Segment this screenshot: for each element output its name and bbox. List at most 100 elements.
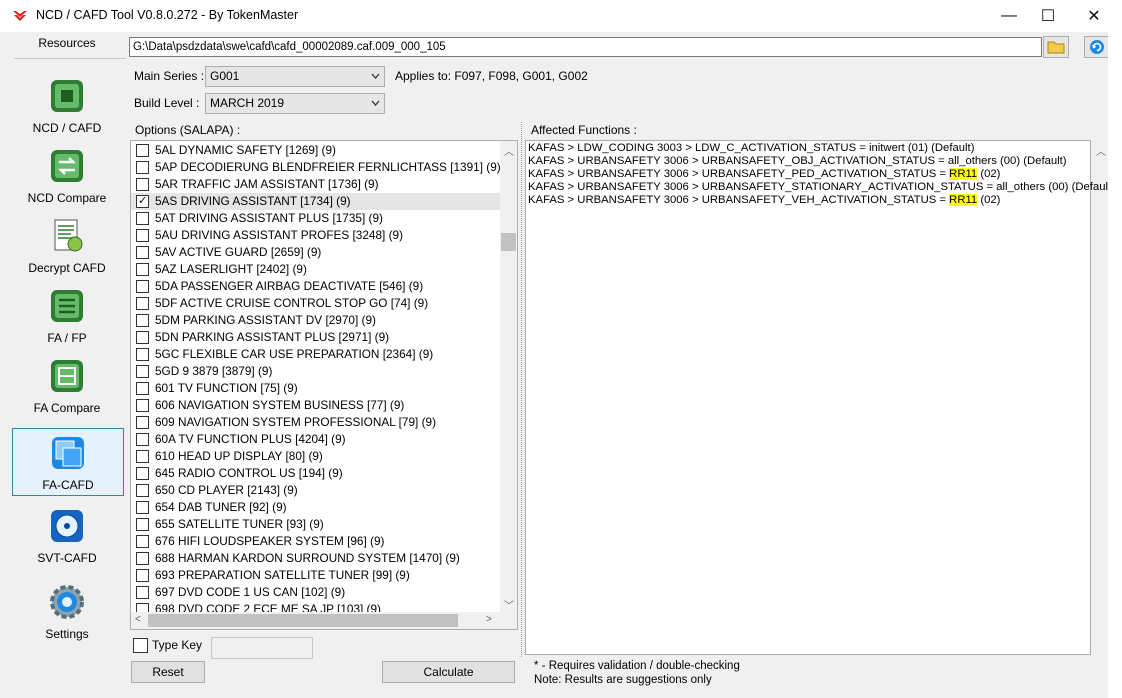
- nav-settings[interactable]: Settings: [12, 578, 122, 644]
- affected-function-text: KAFAS > URBANSAFETY 3006 > URBANSAFETY_S…: [528, 181, 1115, 193]
- nav-ncd-compare-label: NCD Compare: [27, 191, 107, 205]
- option-row[interactable]: 654 DAB TUNER [92] (9): [131, 499, 501, 516]
- option-row[interactable]: 5AR TRAFFIC JAM ASSISTANT [1736] (9): [131, 176, 501, 193]
- build-level-select[interactable]: MARCH 2019: [205, 93, 385, 114]
- option-checkbox[interactable]: [136, 331, 149, 344]
- option-label: 610 HEAD UP DISPLAY [80] (9): [155, 449, 323, 463]
- option-row[interactable]: 5DF ACTIVE CRUISE CONTROL STOP GO [74] (…: [131, 295, 501, 312]
- type-key-input[interactable]: [211, 637, 313, 659]
- option-checkbox[interactable]: [136, 433, 149, 446]
- nav-fa-compare[interactable]: FA Compare: [12, 352, 122, 418]
- option-row[interactable]: ✓ 5AS DRIVING ASSISTANT [1734] (9): [131, 193, 501, 210]
- scroll-up-arrow-icon[interactable]: ︿: [1096, 143, 1106, 158]
- option-checkbox[interactable]: [136, 450, 149, 463]
- nav-fa-fp[interactable]: FA / FP: [12, 282, 122, 348]
- fa-compare-icon: [51, 360, 83, 392]
- option-checkbox[interactable]: [136, 467, 149, 480]
- chevron-down-icon: [371, 100, 380, 106]
- option-row[interactable]: 5GC FLEXIBLE CAR USE PREPARATION [2364] …: [131, 346, 501, 363]
- option-checkbox[interactable]: ✓: [136, 195, 149, 208]
- vertical-scroll-thumb[interactable]: [501, 233, 516, 251]
- ncd-compare-icon: [51, 150, 83, 182]
- option-checkbox[interactable]: [136, 484, 149, 497]
- close-button[interactable]: ✕: [1071, 0, 1117, 32]
- option-checkbox[interactable]: [136, 297, 149, 310]
- option-row[interactable]: 650 CD PLAYER [2143] (9): [131, 482, 501, 499]
- option-checkbox[interactable]: [136, 246, 149, 259]
- nav-ncd-compare[interactable]: NCD Compare: [12, 142, 122, 208]
- option-checkbox[interactable]: [136, 382, 149, 395]
- option-checkbox[interactable]: [136, 144, 149, 157]
- option-checkbox[interactable]: [136, 586, 149, 599]
- option-row[interactable]: 606 NAVIGATION SYSTEM BUSINESS [77] (9): [131, 397, 501, 414]
- option-row[interactable]: 5DM PARKING ASSISTANT DV [2970] (9): [131, 312, 501, 329]
- type-key-checkbox[interactable]: [133, 638, 148, 653]
- option-row[interactable]: 5GD 9 3879 [3879] (9): [131, 363, 501, 380]
- option-row[interactable]: 5AV ACTIVE GUARD [2659] (9): [131, 244, 501, 261]
- option-row[interactable]: 645 RADIO CONTROL US [194] (9): [131, 465, 501, 482]
- title-bar: NCD / CAFD Tool V0.8.0.272 - By TokenMas…: [0, 0, 1122, 32]
- scroll-down-arrow-icon[interactable]: ﹀: [504, 597, 514, 612]
- option-row[interactable]: 676 HIFI LOUDSPEAKER SYSTEM [96] (9): [131, 533, 501, 550]
- scroll-up-arrow-icon[interactable]: ︿: [504, 143, 514, 158]
- cafd-path-input[interactable]: G:\Data\psdzdata\swe\cafd\cafd_00002089.…: [129, 37, 1042, 57]
- nav-decrypt-cafd[interactable]: Decrypt CAFD: [12, 212, 122, 278]
- reset-button[interactable]: Reset: [131, 661, 205, 683]
- option-row[interactable]: 5DN PARKING ASSISTANT PLUS [2971] (9): [131, 329, 501, 346]
- option-checkbox[interactable]: [136, 178, 149, 191]
- option-label: 655 SATELLITE TUNER [93] (9): [155, 517, 324, 531]
- scroll-right-arrow-icon[interactable]: >: [486, 614, 492, 625]
- browse-folder-button[interactable]: [1043, 36, 1069, 58]
- panel-splitter[interactable]: [521, 122, 523, 657]
- option-row[interactable]: 693 PREPARATION SATELLITE TUNER [99] (9): [131, 567, 501, 584]
- option-checkbox[interactable]: [136, 569, 149, 582]
- options-horizontal-scrollbar[interactable]: < >: [131, 612, 500, 629]
- scroll-left-arrow-icon[interactable]: <: [135, 614, 141, 625]
- option-checkbox[interactable]: [136, 263, 149, 276]
- option-row[interactable]: 610 HEAD UP DISPLAY [80] (9): [131, 448, 501, 465]
- option-row[interactable]: 60A TV FUNCTION PLUS [4204] (9): [131, 431, 501, 448]
- maximize-button[interactable]: ☐: [1025, 0, 1071, 32]
- main-series-select[interactable]: G001: [205, 66, 385, 87]
- option-label: 5DF ACTIVE CRUISE CONTROL STOP GO [74] (…: [155, 296, 429, 310]
- option-row[interactable]: 5AU DRIVING ASSISTANT PROFES [3248] (9): [131, 227, 501, 244]
- option-checkbox[interactable]: [136, 416, 149, 429]
- nav-svt-cafd-label: SVT-CAFD: [37, 551, 97, 565]
- options-list[interactable]: 5AL DYNAMIC SAFETY [1269] (9) 5AP DECODIE…: [130, 140, 518, 630]
- option-row[interactable]: 5AL DYNAMIC SAFETY [1269] (9): [131, 142, 501, 159]
- option-checkbox[interactable]: [136, 365, 149, 378]
- nav-svt-cafd[interactable]: SVT-CAFD: [12, 502, 122, 568]
- horizontal-scroll-thumb[interactable]: [148, 614, 458, 627]
- option-checkbox[interactable]: [136, 314, 149, 327]
- option-checkbox[interactable]: [136, 518, 149, 531]
- option-checkbox[interactable]: [136, 399, 149, 412]
- option-row[interactable]: 5DA PASSENGER AIRBAG DEACTIVATE [546] (9…: [131, 278, 501, 295]
- main-series-value: G001: [210, 69, 240, 83]
- refresh-button[interactable]: [1084, 36, 1110, 58]
- options-vertical-scrollbar[interactable]: ︿ ﹀: [500, 141, 517, 612]
- option-checkbox[interactable]: [136, 229, 149, 242]
- option-checkbox[interactable]: [136, 280, 149, 293]
- affected-functions-list[interactable]: KAFAS > LDW_CODING 3003 > LDW_C_ACTIVATI…: [525, 140, 1115, 655]
- calculate-button[interactable]: Calculate: [382, 661, 515, 683]
- nav-ncd-cafd[interactable]: NCD / CAFD: [12, 72, 122, 138]
- option-checkbox[interactable]: [136, 212, 149, 225]
- option-label: 645 RADIO CONTROL US [194] (9): [155, 466, 343, 480]
- option-row[interactable]: 655 SATELLITE TUNER [93] (9): [131, 516, 501, 533]
- option-checkbox[interactable]: [136, 161, 149, 174]
- nav-fa-cafd[interactable]: FA-CAFD: [12, 428, 124, 496]
- option-checkbox[interactable]: [136, 348, 149, 361]
- option-row[interactable]: 5AT DRIVING ASSISTANT PLUS [1735] (9): [131, 210, 501, 227]
- validation-note: * - Requires validation / double-checkin…: [534, 660, 740, 672]
- option-label: 609 NAVIGATION SYSTEM PROFESSIONAL [79] …: [155, 415, 437, 429]
- option-row[interactable]: 5AP DECODIERUNG BLENDFREIER FERNLICHTASS…: [131, 159, 501, 176]
- option-checkbox[interactable]: [136, 501, 149, 514]
- option-checkbox[interactable]: [136, 535, 149, 548]
- option-row[interactable]: 609 NAVIGATION SYSTEM PROFESSIONAL [79] …: [131, 414, 501, 431]
- option-row[interactable]: 5AZ LASERLIGHT [2402] (9): [131, 261, 501, 278]
- option-row[interactable]: 697 DVD CODE 1 US CAN [102] (9): [131, 584, 501, 601]
- option-row[interactable]: 688 HARMAN KARDON SURROUND SYSTEM [1470]…: [131, 550, 501, 567]
- option-checkbox[interactable]: [136, 552, 149, 565]
- option-row[interactable]: 601 TV FUNCTION [75] (9): [131, 380, 501, 397]
- sidebar-divider: [14, 58, 126, 59]
